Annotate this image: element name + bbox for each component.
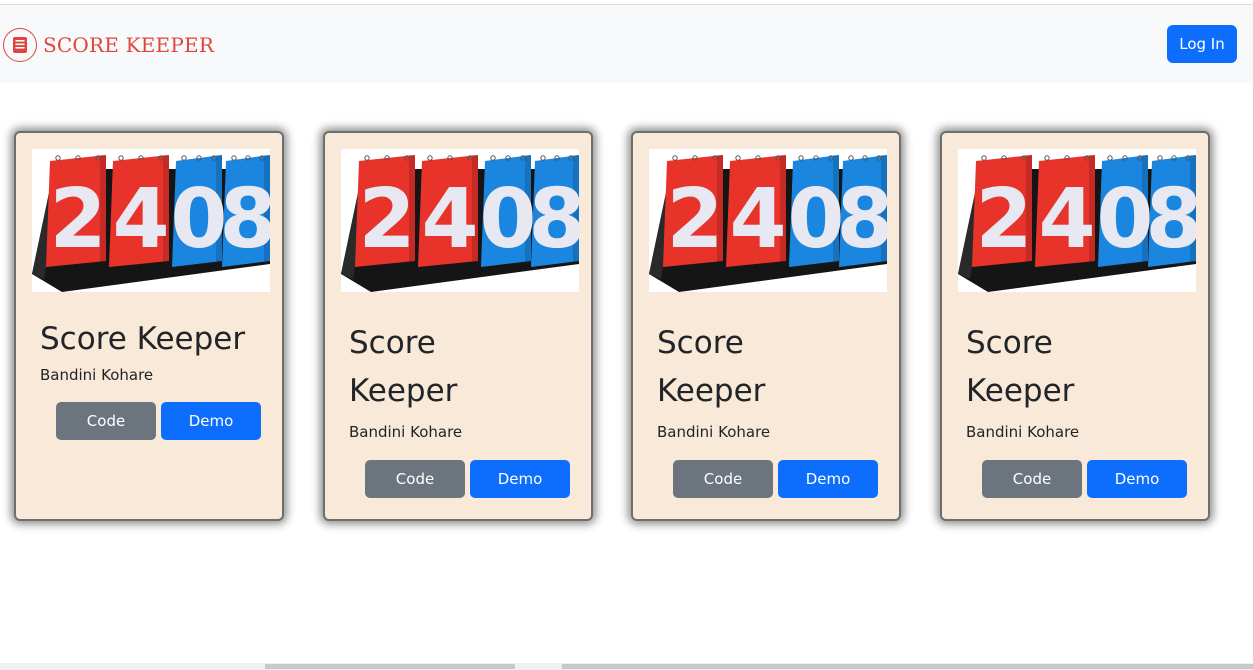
scoreboard-illustration: 2 4 08 bbox=[341, 155, 579, 292]
code-button[interactable]: Code bbox=[673, 460, 773, 498]
scoreboard-digit: 2 bbox=[358, 172, 415, 267]
scoreboard-icon bbox=[3, 28, 37, 62]
code-button[interactable]: Code bbox=[982, 460, 1082, 498]
demo-button[interactable]: Demo bbox=[1087, 460, 1187, 498]
scoreboard-digit: 8 bbox=[528, 172, 579, 267]
scoreboard-digit: 2 bbox=[49, 172, 106, 267]
card-author: Bandini Kohare bbox=[349, 423, 463, 441]
card-author: Bandini Kohare bbox=[40, 366, 154, 384]
scoreboard-digit: 4 bbox=[112, 172, 169, 267]
scoreboard-digit: 4 bbox=[1038, 172, 1095, 267]
project-card: 2408 Score Keeper Bandini Kohare Code De… bbox=[14, 131, 284, 521]
brand-text: SCORE KEEPER bbox=[43, 33, 215, 57]
horizontal-scrollbar[interactable] bbox=[0, 663, 1253, 670]
project-card: 2408 Score Keeper Bandini Kohare Code De… bbox=[323, 131, 593, 521]
card-author: Bandini Kohare bbox=[657, 423, 771, 441]
scoreboard-image: 2408 bbox=[341, 149, 579, 292]
card-title: Score Keeper bbox=[657, 325, 766, 409]
scoreboard-digit: 4 bbox=[421, 172, 478, 267]
card-title: Score Keeper bbox=[40, 321, 246, 357]
code-button[interactable]: Code bbox=[365, 460, 465, 498]
scoreboard-illustration: 2 4 08 bbox=[32, 155, 270, 292]
scoreboard-digit: 2 bbox=[975, 172, 1032, 267]
scrollbar-thumb[interactable] bbox=[265, 664, 515, 669]
scoreboard-digit: 2 bbox=[666, 172, 723, 267]
project-card: 2408 Score Keeper Bandini Kohare Code De… bbox=[940, 131, 1210, 521]
scoreboard-image: 2408 bbox=[958, 149, 1196, 292]
scoreboard-digit: 8 bbox=[219, 172, 270, 267]
navbar: SCORE KEEPER Log In bbox=[0, 5, 1253, 83]
demo-button[interactable]: Demo bbox=[470, 460, 570, 498]
card-title: Score Keeper bbox=[349, 325, 458, 409]
login-button[interactable]: Log In bbox=[1167, 25, 1237, 63]
card-author: Bandini Kohare bbox=[966, 423, 1080, 441]
brand-link[interactable]: SCORE KEEPER bbox=[3, 27, 214, 63]
scrollbar-track-segment bbox=[562, 664, 1253, 669]
scoreboard-illustration: 2 4 08 bbox=[958, 155, 1196, 292]
scoreboard-digit: 8 bbox=[836, 172, 887, 267]
scoreboard-image: 2408 bbox=[649, 149, 887, 292]
scoreboard-image: 2408 bbox=[32, 149, 270, 292]
demo-button[interactable]: Demo bbox=[778, 460, 878, 498]
card-title: Score Keeper bbox=[966, 325, 1075, 409]
scoreboard-digit: 8 bbox=[1145, 172, 1196, 267]
scoreboard-digit: 4 bbox=[729, 172, 786, 267]
scoreboard-illustration: 2 4 08 bbox=[649, 155, 887, 292]
project-card: 2408 Score Keeper Bandini Kohare Code De… bbox=[631, 131, 901, 521]
code-button[interactable]: Code bbox=[56, 402, 156, 440]
demo-button[interactable]: Demo bbox=[161, 402, 261, 440]
